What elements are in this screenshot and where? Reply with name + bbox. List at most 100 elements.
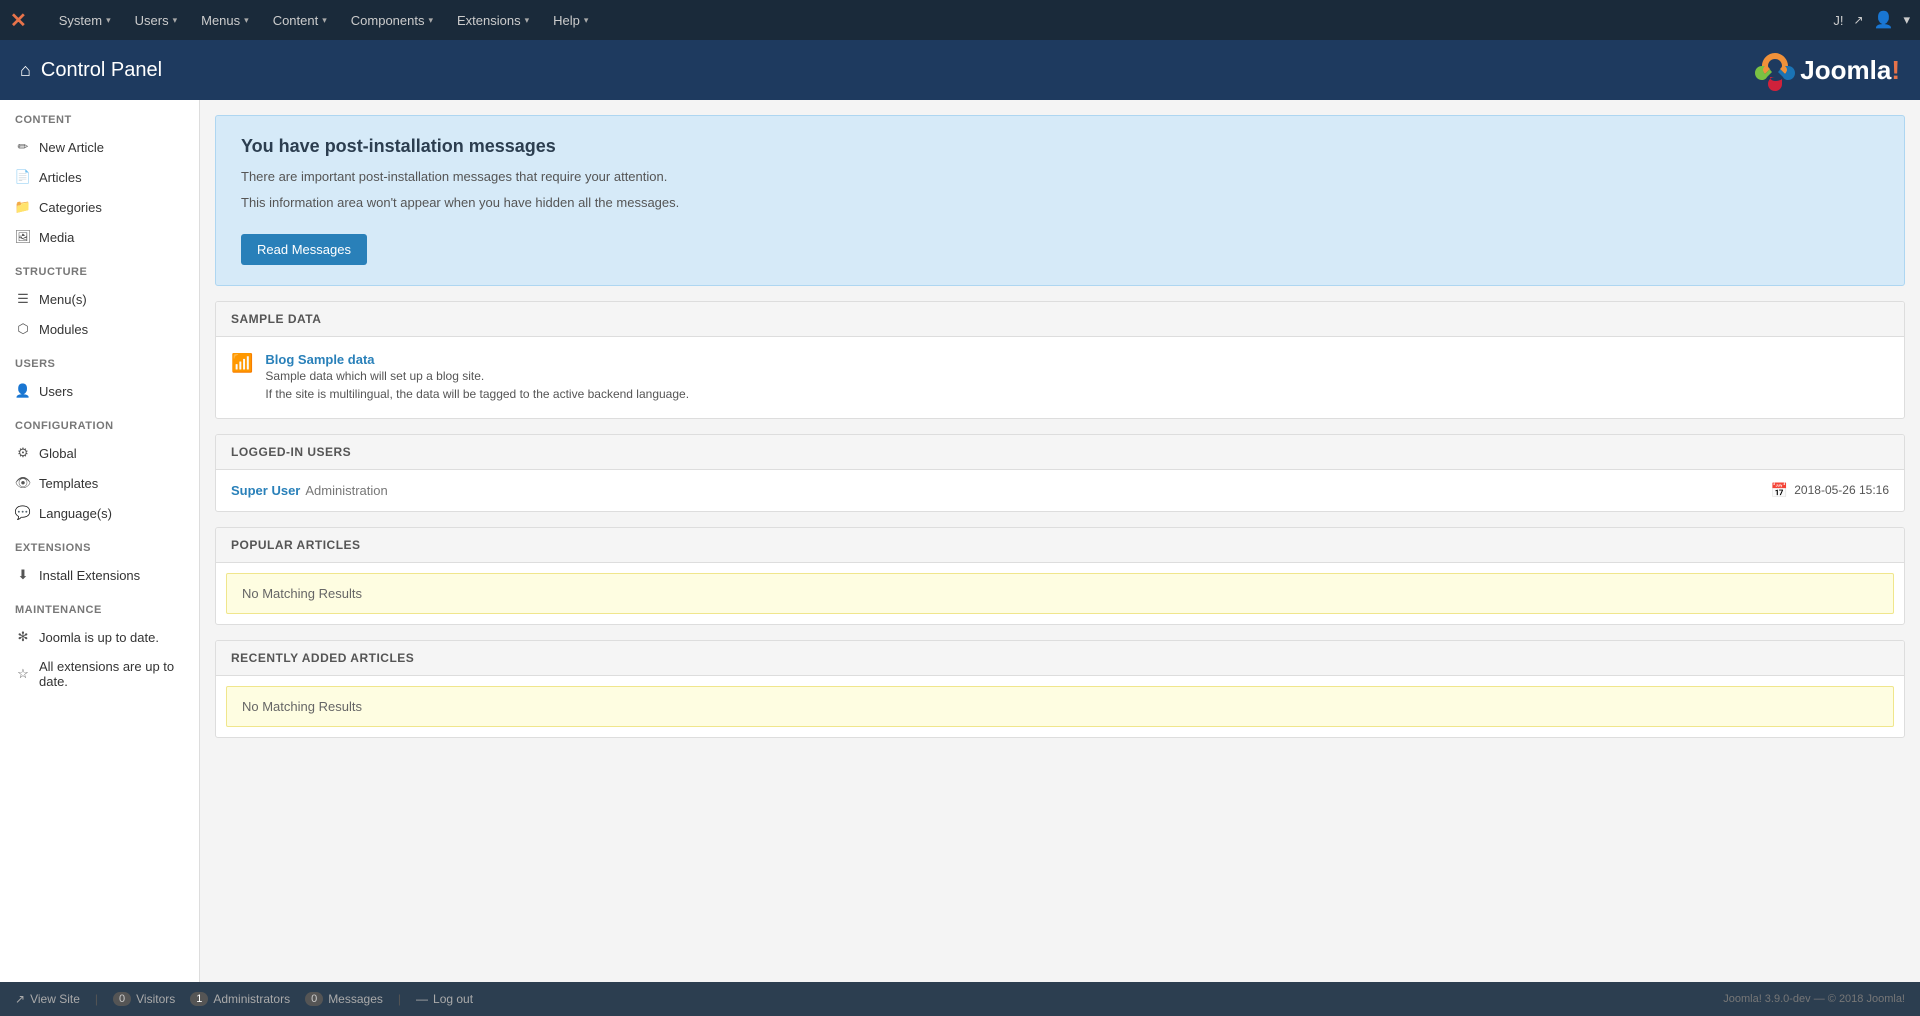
eye-icon: 👁	[15, 475, 31, 491]
post-install-banner: You have post-installation messages Ther…	[215, 115, 1905, 286]
sep1: |	[95, 992, 98, 1006]
sample-data-row: 📶 Blog Sample data Sample data which wil…	[216, 337, 1904, 418]
sidebar-label-media: Media	[39, 230, 184, 245]
sidebar-section-configuration: CONFIGURATION	[0, 406, 199, 438]
sidebar-label-categories: Categories	[39, 200, 184, 215]
logged-in-users-header: LOGGED-IN USERS	[216, 435, 1904, 470]
joomla-logo-text: Joomla!	[1800, 55, 1900, 86]
recently-added-no-results: No Matching Results	[226, 686, 1894, 727]
sidebar-section-structure: STRUCTURE	[0, 252, 199, 284]
sidebar-item-extensions-update[interactable]: ☆ All extensions are up to date.	[0, 652, 199, 696]
sample-data-desc1: Sample data which will set up a blog sit…	[265, 367, 1889, 385]
external-link-icon: ↗	[1853, 13, 1863, 27]
page-title: Control Panel	[41, 59, 162, 82]
nav-users[interactable]: Users ▾	[123, 0, 189, 40]
gear-icon: ⚙	[15, 445, 31, 461]
sidebar: CONTENT ✏ New Article 📄 Articles 📁 Categ…	[0, 100, 200, 982]
chat-icon: 💬	[15, 505, 31, 521]
header: ⌂ Control Panel Joomla!	[0, 40, 1920, 100]
messages-label: Messages	[328, 992, 383, 1006]
user-name[interactable]: Super User	[231, 483, 300, 498]
administrators-label: Administrators	[213, 992, 290, 1006]
topbar-right: J! ↗ 👤 ▾	[1833, 10, 1910, 30]
sidebar-item-modules[interactable]: ⬡ Modules	[0, 314, 199, 344]
nav-help[interactable]: Help ▾	[541, 0, 600, 40]
sidebar-label-templates: Templates	[39, 476, 184, 491]
arrow-icon: ▾	[244, 15, 249, 26]
star-icon: ☆	[15, 666, 31, 682]
main-content: You have post-installation messages Ther…	[200, 100, 1920, 982]
banner-text-line1: There are important post-installation me…	[241, 167, 1879, 188]
messages-count: 0	[305, 992, 323, 1006]
calendar-icon: 📅	[1771, 482, 1788, 499]
topbar-brand: ✕	[10, 8, 27, 33]
joomla-update-icon: ✻	[15, 629, 31, 645]
sidebar-label-articles: Articles	[39, 170, 184, 185]
banner-text-line2: This information area won't appear when …	[241, 193, 1879, 214]
sidebar-section-maintenance: MAINTENANCE	[0, 590, 199, 622]
user-role: Administration	[305, 483, 387, 498]
popular-articles-body: No Matching Results	[216, 573, 1904, 614]
person-icon: 👤	[15, 383, 31, 399]
logout-button[interactable]: — Log out	[416, 992, 473, 1006]
visitors-count: 0	[113, 992, 131, 1006]
view-site-link[interactable]: ↗ View Site	[15, 992, 80, 1006]
joomla-x-icon: ✕	[10, 8, 27, 33]
sidebar-section-users: USERS	[0, 344, 199, 376]
header-logo: Joomla!	[1754, 49, 1900, 91]
home-icon[interactable]: ⌂	[20, 60, 31, 81]
nav-content[interactable]: Content ▾	[261, 0, 339, 40]
sidebar-section-extensions: EXTENSIONS	[0, 528, 199, 560]
footer-version: Joomla! 3.9.0-dev — © 2018 Joomla!	[1723, 993, 1905, 1005]
sidebar-item-media[interactable]: 🖼 Media	[0, 222, 199, 252]
logged-in-users-body: Super User Administration 📅 2018-05-26 1…	[216, 470, 1904, 511]
topbar: ✕ System ▾ Users ▾ Menus ▾ Content ▾ Com…	[0, 0, 1920, 40]
sep2: |	[398, 992, 401, 1006]
sidebar-item-new-article[interactable]: ✏ New Article	[0, 132, 199, 162]
recently-added-body: No Matching Results	[216, 686, 1904, 727]
user-row: Super User Administration 📅 2018-05-26 1…	[216, 470, 1904, 511]
sidebar-item-install-extensions[interactable]: ⬇ Install Extensions	[0, 560, 199, 590]
blog-sample-data-link[interactable]: Blog Sample data	[265, 352, 374, 367]
image-icon: 🖼	[15, 229, 31, 245]
nav-components[interactable]: Components ▾	[339, 0, 445, 40]
sidebar-label-new-article: New Article	[39, 140, 184, 155]
arrow-icon: ▾	[173, 15, 178, 26]
sidebar-item-articles[interactable]: 📄 Articles	[0, 162, 199, 192]
logged-in-users-panel: LOGGED-IN USERS Super User Administratio…	[215, 434, 1905, 512]
user-date: 📅 2018-05-26 15:16	[1771, 482, 1889, 499]
administrators-count: 1	[190, 992, 208, 1006]
sidebar-item-global[interactable]: ⚙ Global	[0, 438, 199, 468]
topbar-nav: System ▾ Users ▾ Menus ▾ Content ▾ Compo…	[47, 0, 1834, 40]
arrow-icon: ▾	[584, 15, 589, 26]
logout-label: Log out	[433, 992, 473, 1006]
nav-system[interactable]: System ▾	[47, 0, 123, 40]
joomla-logo-icon	[1754, 49, 1796, 91]
list-icon: ☰	[15, 291, 31, 307]
sidebar-item-users[interactable]: 👤 Users	[0, 376, 199, 406]
sidebar-item-categories[interactable]: 📁 Categories	[0, 192, 199, 222]
topbar-user-icon[interactable]: 👤	[1874, 10, 1894, 30]
administrators-item: 1 Administrators	[190, 992, 290, 1006]
folder-icon: 📁	[15, 199, 31, 215]
read-messages-button[interactable]: Read Messages	[241, 234, 367, 265]
topbar-j-label[interactable]: J!	[1833, 13, 1843, 28]
user-datetime: 2018-05-26 15:16	[1794, 483, 1889, 497]
nav-menus[interactable]: Menus ▾	[189, 0, 261, 40]
sidebar-item-joomla-update[interactable]: ✻ Joomla is up to date.	[0, 622, 199, 652]
popular-articles-panel: POPULAR ARTICLES No Matching Results	[215, 527, 1905, 625]
recently-added-panel: RECENTLY ADDED ARTICLES No Matching Resu…	[215, 640, 1905, 738]
sidebar-label-modules: Modules	[39, 322, 184, 337]
nav-extensions[interactable]: Extensions ▾	[445, 0, 541, 40]
sidebar-label-joomla-update: Joomla is up to date.	[39, 630, 184, 645]
sidebar-label-menus: Menu(s)	[39, 292, 184, 307]
popular-articles-no-results: No Matching Results	[226, 573, 1894, 614]
sidebar-label-install-extensions: Install Extensions	[39, 568, 184, 583]
sidebar-item-languages[interactable]: 💬 Language(s)	[0, 498, 199, 528]
popular-articles-header: POPULAR ARTICLES	[216, 528, 1904, 563]
arrow-icon: ▾	[106, 15, 111, 26]
sidebar-item-templates[interactable]: 👁 Templates	[0, 468, 199, 498]
arrow-icon: ▾	[428, 15, 433, 26]
sidebar-item-menus[interactable]: ☰ Menu(s)	[0, 284, 199, 314]
recently-added-header: RECENTLY ADDED ARTICLES	[216, 641, 1904, 676]
